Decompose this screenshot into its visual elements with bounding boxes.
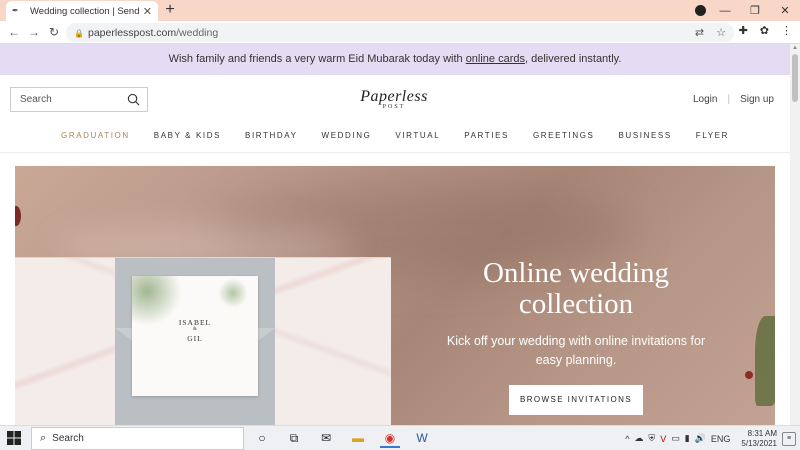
omnibox-icons: ⇄ ☆: [695, 26, 726, 39]
berry-decoration: [745, 371, 753, 379]
promo-banner: Wish family and friends a very warm Eid …: [0, 44, 790, 75]
flower-petal-decoration: [15, 206, 21, 226]
word-icon[interactable]: W: [412, 428, 432, 448]
restore-button[interactable]: ❐: [740, 4, 770, 17]
windows-taskbar: ⌕ Search ○ ⧉ ✉ ▬ ◉ W ^ ☁ ⛨ V ▭ ▮ 🔊 ENG 8…: [0, 425, 800, 450]
cortana-icon[interactable]: ○: [252, 428, 272, 448]
close-window-button[interactable]: ✕: [770, 4, 800, 17]
nav-item-parties[interactable]: PARTIES: [452, 126, 521, 146]
invite-name-1: ISABEL: [178, 318, 212, 327]
tab-title: Wedding collection | Send online: [30, 5, 139, 17]
taskbar-search-icon: ⌕: [40, 432, 47, 444]
browse-invitations-button[interactable]: BROWSE INVITATIONS: [509, 385, 643, 415]
security-shield-icon[interactable]: ⛨: [648, 433, 655, 444]
search-placeholder: Search: [20, 94, 52, 105]
profile-icon[interactable]: [695, 5, 706, 16]
taskbar-search-label: Search: [52, 433, 84, 444]
hero-image-marble: ISABEL & GIL: [15, 257, 391, 425]
extension-icons: ✚ ✿ ⋮: [739, 24, 792, 37]
nav-item-business[interactable]: BUSINESS: [607, 126, 684, 146]
url-input[interactable]: 🔒 paperlesspost.com/wedding ⇄ ☆: [66, 23, 734, 42]
taskbar-clock[interactable]: 8:31 AM 5/13/2021: [741, 429, 777, 449]
taskbar-search-input[interactable]: ⌕ Search: [31, 427, 244, 450]
clock-date: 5/13/2021: [741, 438, 777, 448]
scrollbar-thumb[interactable]: [792, 54, 798, 102]
envelope-image: ISABEL & GIL: [115, 258, 275, 425]
banner-text-before: Wish family and friends a very warm Eid …: [168, 53, 466, 65]
lock-icon: 🔒: [74, 28, 84, 38]
nav-item-baby-kids[interactable]: BABY & KIDS: [142, 126, 233, 146]
forward-arrow-icon[interactable]: →: [26, 25, 42, 39]
site-logo[interactable]: Paperless POST: [351, 88, 437, 110]
mail-icon[interactable]: ✉: [316, 428, 336, 448]
task-view-icon[interactable]: ⧉: [284, 428, 304, 448]
url-path: /wedding: [176, 26, 219, 39]
header-divider: [0, 152, 790, 153]
banner-text-after: , delivered instantly.: [525, 53, 622, 65]
scroll-up-icon[interactable]: ▲: [790, 45, 800, 51]
windows-start-icon[interactable]: [6, 430, 22, 446]
back-arrow-icon[interactable]: ←: [6, 25, 22, 39]
battery-icon[interactable]: ▮: [685, 433, 690, 444]
nav-item-greetings[interactable]: GREETINGS: [521, 126, 607, 146]
minimize-button[interactable]: —: [710, 5, 740, 17]
banner-link-online-cards[interactable]: online cards: [466, 53, 525, 65]
hero-text-block: Online wedding collection Kick off your …: [431, 258, 721, 415]
invite-name-2: GIL: [187, 334, 203, 343]
hero-subtitle: Kick off your wedding with online invita…: [431, 332, 721, 370]
language-indicator[interactable]: ENG: [711, 434, 731, 444]
browser-tab-strip: ✒ Wedding collection | Send online ✕ + —…: [0, 0, 800, 21]
hero-subtitle-line-1: Kick off your wedding with online invita…: [446, 334, 706, 348]
window-controls: — ❐ ✕: [710, 0, 800, 21]
system-tray: ^ ☁ ⛨ V ▭ ▮ 🔊 ENG 8:31 AM 5/13/2021 ≡: [625, 426, 796, 450]
antivirus-icon[interactable]: V: [660, 434, 666, 444]
category-nav: GRADUATION BABY & KIDS BIRTHDAY WEDDING …: [0, 126, 790, 146]
notifications-icon[interactable]: ≡: [782, 431, 796, 446]
new-tab-button[interactable]: +: [162, 1, 178, 19]
nav-item-birthday[interactable]: BIRTHDAY: [233, 126, 310, 146]
signup-link[interactable]: Sign up: [740, 94, 774, 105]
file-explorer-icon[interactable]: ▬: [348, 428, 368, 448]
hero-section: ISABEL & GIL Online wedding collection K…: [15, 166, 775, 425]
search-icon[interactable]: [127, 93, 140, 106]
reload-icon[interactable]: ↻: [46, 25, 62, 39]
hero-title: Online wedding collection: [431, 258, 721, 320]
taskbar-apps: ○ ⧉ ✉ ▬ ◉ W: [252, 428, 432, 448]
display-icon[interactable]: ▭: [671, 433, 680, 444]
hero-title-line-2: collection: [518, 288, 634, 320]
auth-links: Login | Sign up: [693, 94, 774, 105]
invitation-card: ISABEL & GIL: [132, 276, 258, 396]
extensions-puzzle-icon[interactable]: ✚: [739, 24, 748, 37]
bookmark-star-icon[interactable]: ☆: [716, 26, 726, 39]
site-search-input[interactable]: Search: [10, 87, 148, 112]
browser-tab[interactable]: ✒ Wedding collection | Send online ✕: [6, 1, 158, 21]
menu-kebab-icon[interactable]: ⋮: [781, 24, 792, 37]
leaf-decoration: [755, 316, 775, 406]
tray-chevron-icon[interactable]: ^: [625, 434, 629, 444]
tab-close-icon[interactable]: ✕: [143, 5, 152, 18]
site-favicon-icon: ✒: [12, 6, 19, 15]
volume-icon[interactable]: 🔊: [695, 433, 706, 444]
clock-time: 8:31 AM: [747, 428, 777, 438]
hero-title-line-1: Online wedding: [482, 257, 670, 289]
nav-item-virtual[interactable]: VIRTUAL: [383, 126, 452, 146]
nav-item-flyer[interactable]: FLYER: [684, 126, 741, 146]
page-scrollbar[interactable]: ▲: [790, 44, 800, 425]
login-link[interactable]: Login: [693, 94, 717, 105]
weather-cloud-icon[interactable]: ☁: [634, 433, 643, 444]
hero-subtitle-line-2: easy planning.: [535, 353, 617, 367]
url-domain: paperlesspost.com: [88, 26, 177, 39]
invite-ampersand: &: [193, 327, 197, 332]
nav-item-wedding[interactable]: WEDDING: [310, 126, 384, 146]
chrome-icon[interactable]: ◉: [380, 428, 400, 448]
translate-icon[interactable]: ⇄: [695, 26, 704, 39]
address-bar-row: ← → ↻ 🔒 paperlesspost.com/wedding ⇄ ☆ ✚ …: [0, 21, 800, 44]
nav-item-graduation[interactable]: GRADUATION: [49, 126, 142, 146]
extension-icon[interactable]: ✿: [760, 24, 769, 37]
auth-separator: |: [727, 94, 731, 105]
